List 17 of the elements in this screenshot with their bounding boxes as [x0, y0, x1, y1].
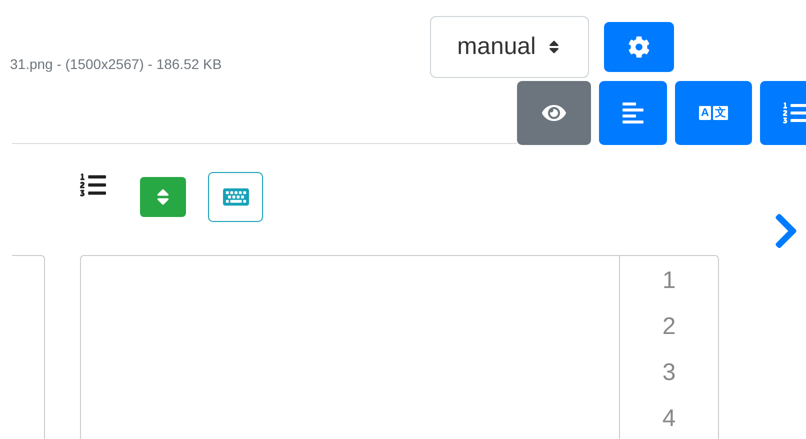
keyboard-button[interactable]: [208, 172, 263, 222]
line-number: 3: [662, 358, 676, 388]
preview-button[interactable]: [517, 81, 591, 145]
text-editor[interactable]: 1 2 3 4: [80, 255, 719, 439]
numbered-list-icon: [783, 101, 806, 125]
sort-button[interactable]: [140, 177, 186, 217]
settings-button[interactable]: [604, 22, 674, 72]
file-info: 31.png - (1500x2567) - 186.52 KB: [10, 56, 222, 72]
line-number: 4: [662, 404, 676, 434]
mode-select[interactable]: manual: [430, 16, 589, 78]
line-number: 1: [662, 266, 676, 296]
align-left-icon: [621, 101, 645, 125]
align-button[interactable]: [599, 81, 667, 145]
translate-button[interactable]: A 文: [675, 81, 752, 145]
numbered-list-icon[interactable]: [80, 172, 106, 198]
settings-icon: [628, 36, 650, 58]
line-number: 2: [662, 312, 676, 342]
